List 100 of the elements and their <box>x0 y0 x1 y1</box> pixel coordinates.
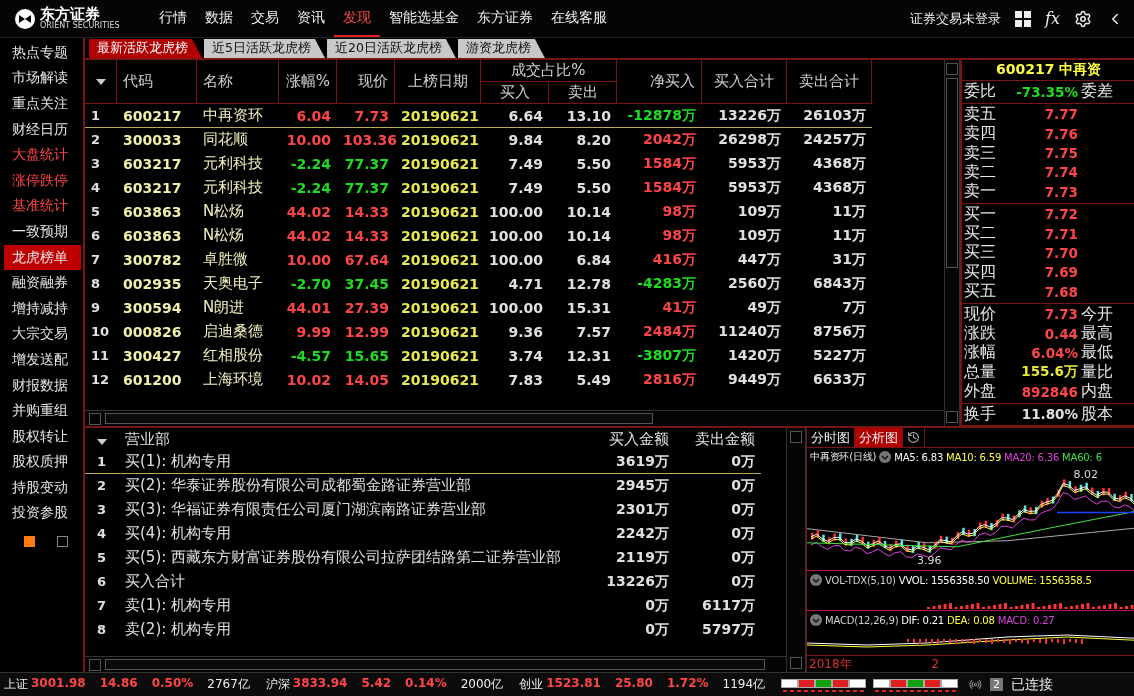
dropdown-icon[interactable] <box>810 614 822 626</box>
column-header[interactable]: 卖出合计 <box>787 60 872 104</box>
sidebar-item[interactable]: 股权转让 <box>4 423 81 450</box>
table-cell-text: 卓胜微 <box>202 250 249 269</box>
sidebar-item[interactable]: 基准统计 <box>4 193 81 220</box>
quote-value: 7.77 <box>1043 106 1078 123</box>
table-cell-text: 100.00 <box>487 299 544 316</box>
horizontal-scrollbar[interactable] <box>85 656 786 672</box>
table-cell-text: 1420万 <box>727 346 782 365</box>
sidebar-item[interactable]: 龙虎榜单 <box>4 244 81 271</box>
menu-item[interactable]: 行情 <box>150 0 196 37</box>
logo-subtitle: ORIENT SECURITIES <box>40 22 120 30</box>
menu-item[interactable]: 资讯 <box>288 0 334 37</box>
vertical-scrollbar[interactable] <box>944 60 960 426</box>
table-cell-text: 13226万 <box>605 572 670 591</box>
table-cell-text: 0万 <box>644 620 670 639</box>
column-group-header: 成交占比% <box>481 60 617 82</box>
quote-value: 7.73 <box>1043 183 1078 200</box>
column-header[interactable]: 买入合计 <box>702 60 787 104</box>
sidebar-item[interactable]: 股权质押 <box>4 449 81 476</box>
column-header[interactable]: 涨幅% <box>279 60 337 104</box>
column-header[interactable]: 净买入 <box>617 60 702 104</box>
sidebar-item[interactable]: 涨停跌停 <box>4 167 81 194</box>
quote-value: 7.71 <box>1043 225 1078 242</box>
table-cell-text: 20190621 <box>400 107 480 124</box>
sidebar-item[interactable]: 热点专题 <box>4 40 81 66</box>
column-header[interactable]: 买入 <box>481 82 549 104</box>
table-cell-text: 000826 <box>122 323 183 340</box>
sidebar-item[interactable]: 增发送配 <box>4 347 81 373</box>
table-cell-text: 37.45 <box>343 275 390 292</box>
sidebar-item[interactable]: 一致预期 <box>4 219 81 245</box>
table-cell-text: 12.31 <box>565 347 612 364</box>
menu-item[interactable]: 发现 <box>334 0 380 37</box>
column-header[interactable]: 卖出金额 <box>675 429 761 449</box>
column-header[interactable]: 上榜日期 <box>395 60 481 104</box>
tab[interactable]: 近20日活跃龙虎榜 <box>326 39 456 58</box>
page-indicator[interactable] <box>57 536 68 548</box>
table-cell-text: 2242万 <box>615 524 670 543</box>
menu-item[interactable]: 在线客服 <box>542 0 616 37</box>
tab[interactable]: 最新活跃龙虎榜 <box>89 39 202 58</box>
sidebar-item[interactable]: 市场解读 <box>4 65 81 92</box>
table-cell-text: 20190621 <box>400 227 480 244</box>
sidebar-item[interactable]: 大盘统计 <box>4 142 81 168</box>
tab[interactable]: 近5日活跃龙虎榜 <box>204 39 325 58</box>
settings-icon[interactable] <box>1074 9 1092 28</box>
menu-item[interactable]: 数据 <box>196 0 242 37</box>
table-cell-text: 12.78 <box>565 275 612 292</box>
menu-item[interactable]: 东方证券 <box>468 0 542 37</box>
table-cell-text: 卖(2): 机构专用 <box>124 620 233 639</box>
quote-label: 卖四 <box>964 123 997 145</box>
quote-label: 最低 <box>1080 342 1114 364</box>
column-header[interactable]: 营业部 <box>119 429 585 449</box>
sidebar-item[interactable]: 财报数据 <box>4 372 81 399</box>
column-header[interactable]: 名称 <box>197 60 279 104</box>
table-cell-text: 44.02 <box>285 203 332 220</box>
horizontal-scrollbar[interactable] <box>85 410 944 426</box>
history-icon[interactable] <box>907 431 920 444</box>
table-cell-text: 20190621 <box>400 371 480 388</box>
quote-value: 0.44 <box>1043 325 1078 342</box>
sidebar-item[interactable]: 融资融券 <box>4 270 81 296</box>
table-cell-text: 8.20 <box>575 131 612 148</box>
menu-item[interactable]: 智能选基金 <box>380 0 468 37</box>
quote-label: 买四 <box>964 261 997 283</box>
caret-icon[interactable] <box>95 78 106 85</box>
caret-icon[interactable] <box>97 438 107 445</box>
signal-icon <box>969 678 983 691</box>
index-change: 14.86 <box>99 676 138 692</box>
dropdown-icon[interactable] <box>879 451 892 463</box>
column-header[interactable]: 代码 <box>117 60 197 104</box>
row-number: 6 <box>90 228 102 243</box>
sidebar-item[interactable]: 大宗交易 <box>4 321 81 348</box>
table-cell-text: 27.39 <box>343 299 390 316</box>
table-cell-text: 20190621 <box>400 299 480 316</box>
table-cell-text: 4.71 <box>507 275 544 292</box>
column-header[interactable]: 现价 <box>337 60 395 104</box>
table-cell-text: 买(2): 华泰证券股份有限公司成都蜀金路证券营业部 <box>124 476 473 495</box>
menu-item[interactable]: 交易 <box>242 0 288 37</box>
index-value: 3001.98 <box>31 676 86 692</box>
quote-label: 外盘 <box>964 381 997 403</box>
page-indicator[interactable] <box>24 536 35 548</box>
sidebar-item[interactable]: 投资参股 <box>4 500 81 527</box>
dropdown-icon[interactable] <box>810 574 822 586</box>
formula-button[interactable]: fx <box>1045 9 1060 28</box>
tab[interactable]: 游资龙虎榜 <box>457 39 545 58</box>
column-header[interactable]: 买入金额 <box>585 429 675 449</box>
vertical-scrollbar[interactable] <box>786 428 806 672</box>
sidebar-item[interactable]: 并购重组 <box>4 398 81 424</box>
table-cell-text: 603863 <box>122 203 183 220</box>
sidebar-item[interactable]: 持股变动 <box>4 475 81 501</box>
row-number: 2 <box>96 478 108 493</box>
sidebar-item[interactable]: 财经日历 <box>4 116 81 143</box>
login-status[interactable]: 证券交易未登录 <box>910 9 1002 28</box>
table-cell-text: 77.37 <box>343 155 390 172</box>
sidebar-item[interactable]: 增持减持 <box>4 295 81 322</box>
tab[interactable]: 分析图 <box>855 428 903 447</box>
sort-header[interactable] <box>85 60 117 104</box>
sidebar-item[interactable]: 重点关注 <box>4 91 81 117</box>
grid-icon[interactable] <box>1015 10 1032 27</box>
table-cell-text: 603217 <box>122 155 183 172</box>
column-header[interactable]: 卖出 <box>549 82 617 104</box>
